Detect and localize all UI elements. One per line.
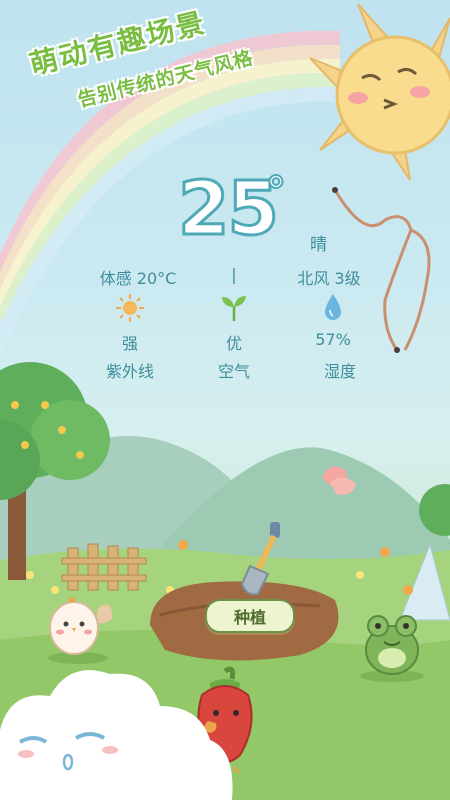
humidity-value: 57% bbox=[315, 330, 351, 349]
air-quality-label: 空气 bbox=[217, 362, 251, 381]
uv-value: 强 bbox=[121, 334, 139, 353]
air-quality-value: 优 bbox=[225, 334, 243, 353]
temperature-value: 25 bbox=[177, 166, 281, 252]
shovel-icon[interactable] bbox=[236, 520, 296, 600]
plant-button[interactable]: 种植 bbox=[205, 599, 295, 633]
sprout-icon bbox=[222, 296, 246, 321]
wind-text: 北风 3级 bbox=[297, 269, 361, 288]
sun-icon bbox=[116, 294, 144, 322]
cloud-character bbox=[0, 670, 233, 800]
weather-condition: 晴 bbox=[310, 235, 327, 255]
temperature-unit: ° bbox=[265, 169, 287, 215]
sun-character bbox=[310, 3, 450, 180]
humidity-label: 湿度 bbox=[323, 362, 357, 381]
frog-character[interactable] bbox=[352, 598, 432, 683]
uv-label: 紫外线 bbox=[105, 362, 155, 381]
separator: | bbox=[231, 265, 237, 284]
water-drop-icon bbox=[325, 294, 341, 320]
feels-like-text: 体感 20°C bbox=[99, 269, 177, 288]
